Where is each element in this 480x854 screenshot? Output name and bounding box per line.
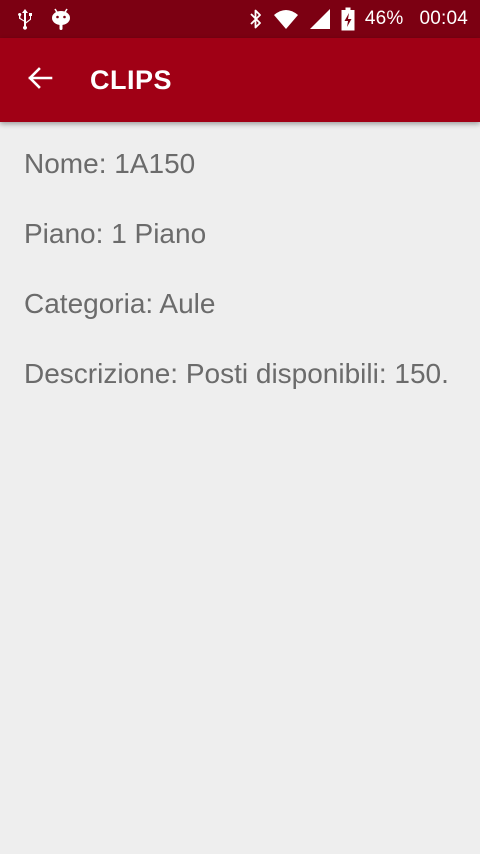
app-bar: CLIPS bbox=[0, 38, 480, 122]
android-debug-icon bbox=[50, 7, 72, 31]
usb-icon bbox=[16, 8, 34, 30]
field-nome: Nome: 1A150 bbox=[24, 146, 456, 181]
detail-content: Nome: 1A150 Piano: 1 Piano Categoria: Au… bbox=[24, 146, 456, 426]
descrizione-label: Descrizione: bbox=[24, 358, 179, 389]
arrow-back-icon bbox=[27, 65, 53, 96]
status-bar: 46% 00:04 bbox=[0, 0, 480, 38]
battery-percent: 46% bbox=[364, 8, 404, 29]
field-categoria: Categoria: Aule bbox=[24, 286, 456, 321]
bluetooth-icon bbox=[249, 8, 263, 30]
categoria-label: Categoria: bbox=[24, 288, 154, 319]
nome-value: 1A150 bbox=[114, 148, 196, 179]
wifi-icon bbox=[273, 8, 299, 30]
page-title: CLIPS bbox=[90, 65, 173, 95]
piano-value: 1 Piano bbox=[111, 218, 207, 249]
categoria-value: Aule bbox=[159, 288, 216, 319]
cell-signal-icon bbox=[309, 8, 331, 30]
field-piano: Piano: 1 Piano bbox=[24, 216, 456, 251]
clock: 00:04 bbox=[419, 8, 468, 29]
nome-label: Nome: bbox=[24, 148, 107, 179]
back-button[interactable] bbox=[18, 58, 62, 102]
field-descrizione: Descrizione: Posti disponibili: 150. bbox=[24, 356, 456, 391]
piano-label: Piano: bbox=[24, 218, 104, 249]
descrizione-value: Posti disponibili: 150. bbox=[185, 358, 449, 389]
battery-charging-icon bbox=[341, 7, 355, 31]
